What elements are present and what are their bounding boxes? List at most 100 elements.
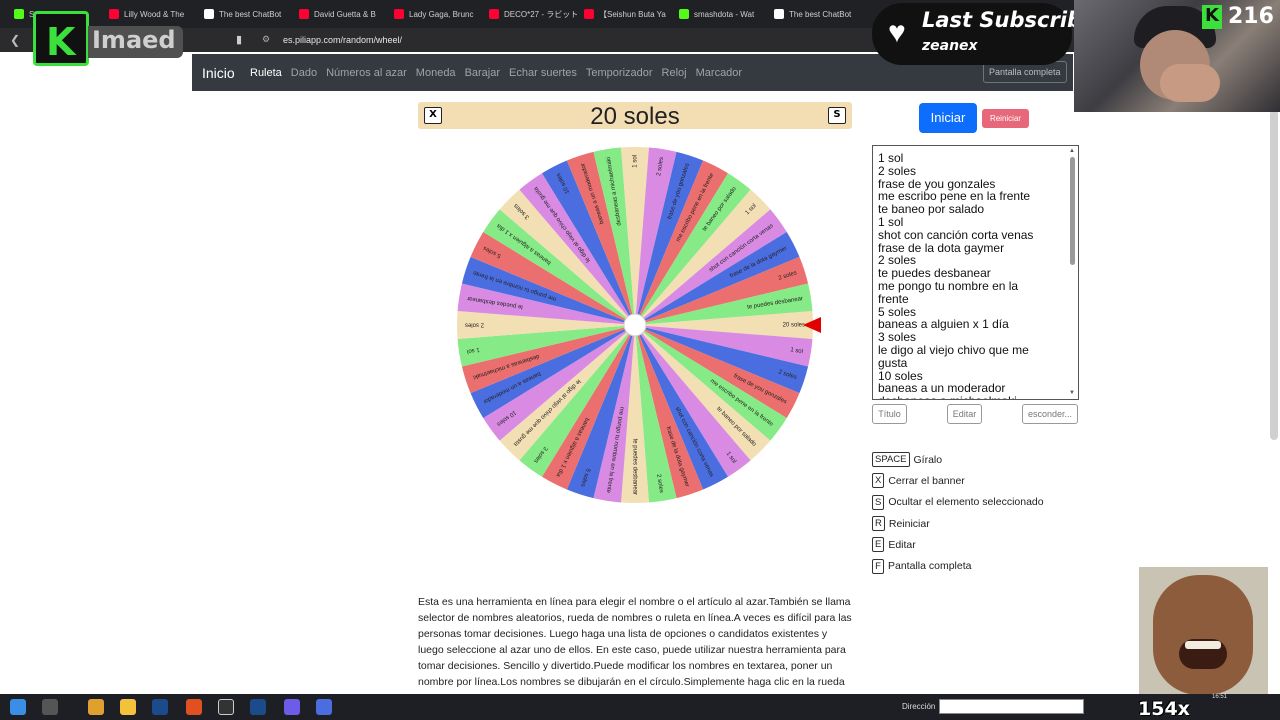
- wheel-segment-label: te puedes desbanear: [631, 439, 637, 495]
- address-toolbar-label: Dirección: [902, 702, 936, 711]
- nav-links: Ruleta Dado Números al azar Moneda Barajar Ec…: [250, 67, 742, 79]
- windows-taskbar: Dirección 16:51: [0, 694, 1280, 720]
- shortcut-key: F: [872, 558, 884, 574]
- nav-link-ruleta[interactable]: Ruleta: [250, 67, 282, 79]
- nav-link-barajar[interactable]: Barajar: [465, 67, 500, 79]
- hide-selected-button[interactable]: S: [828, 107, 846, 124]
- streak-counter: 154x STREAK: [1138, 698, 1190, 720]
- steam-app-icon[interactable]: [250, 699, 266, 715]
- shortcut-label: Pantalla completa: [888, 560, 972, 573]
- discord-icon[interactable]: [284, 699, 300, 715]
- entry-line: 2 soles: [878, 163, 917, 178]
- kick-viewers-icon: K: [1202, 5, 1222, 29]
- nav-link-marcador[interactable]: Marcador: [696, 67, 742, 79]
- entry-line: gusta: [878, 355, 908, 370]
- nav-link-moneda[interactable]: Moneda: [416, 67, 456, 79]
- shortcut-row: F Pantalla completa: [872, 555, 1044, 576]
- page-scrollbar[interactable]: [1270, 110, 1278, 440]
- nav-link-dado[interactable]: Dado: [291, 67, 317, 79]
- tab-favicon-icon: [774, 9, 784, 19]
- tab-label: DECO*27 - ラビット: [504, 9, 578, 19]
- shortcut-label: Reiniciar: [888, 517, 930, 530]
- meme-face-image: [1139, 567, 1268, 694]
- entry-line: 1 sol: [878, 214, 904, 229]
- last-subscriber-name: zeanex: [922, 38, 978, 54]
- browser-tab[interactable]: The best ChatBot: [768, 3, 863, 25]
- tab-favicon-icon: [584, 9, 594, 19]
- browser-tab[interactable]: Lady Gaga, Brunc: [388, 3, 483, 25]
- browser-tab[interactable]: smashdota - Wat: [673, 3, 768, 25]
- shortcut-key: SPACE: [872, 452, 910, 468]
- wheel-svg[interactable]: 20 soles1 sol2 solesfrase de you gonzale…: [455, 145, 835, 505]
- tab-favicon-icon: [394, 9, 404, 19]
- entries-scrollbar[interactable]: ▲ ▼: [1068, 147, 1077, 398]
- shortcut-key: S: [872, 494, 885, 510]
- shortcut-row: R Reiniciar: [872, 513, 1044, 534]
- browser-tab[interactable]: 【Seishun Buta Ya: [578, 3, 673, 25]
- shortcut-label: Cerrar el banner: [888, 474, 965, 487]
- bookmark-icon[interactable]: ▮: [236, 33, 242, 46]
- heart-icon: ♥: [888, 16, 906, 49]
- tab-label: David Guetta & B: [314, 9, 376, 19]
- brave-browser-icon[interactable]: [186, 699, 202, 715]
- obs-icon[interactable]: [218, 699, 234, 715]
- viewer-count: 216: [1228, 4, 1274, 29]
- tab-label: 【Seishun Buta Ya: [599, 9, 666, 19]
- nav-link-n-meros-al-azar[interactable]: Números al azar: [326, 67, 407, 79]
- shortcut-row: S Ocultar el elemento seleccionado: [872, 492, 1044, 513]
- scroll-thumb[interactable]: [1070, 157, 1075, 265]
- reset-button[interactable]: Reiniciar: [982, 109, 1029, 128]
- tab-favicon-icon: [14, 9, 24, 19]
- shortcut-label: Gíralo: [913, 453, 943, 466]
- hide-button[interactable]: esconder...: [1022, 404, 1078, 424]
- scroll-down-icon[interactable]: ▼: [1069, 390, 1075, 396]
- tab-label: The best ChatBot: [219, 9, 282, 19]
- wheel-segment-label: 1 sol: [633, 155, 639, 168]
- entries-textarea[interactable]: 1 sol 2 soles frase de you gonzales me escr…: [872, 145, 1079, 400]
- site-info-icon[interactable]: ⚙: [262, 34, 270, 45]
- nav-link-temporizador[interactable]: Temporizador: [586, 67, 653, 79]
- tab-favicon-icon: [489, 9, 499, 19]
- entry-line: desbaneas a michaelmaki: [878, 395, 1066, 399]
- browser-tab[interactable]: DECO*27 - ラビット: [483, 3, 578, 25]
- wheel-segment-label: 20 soles: [783, 323, 805, 329]
- task-view-icon[interactable]: [42, 699, 58, 715]
- address-toolbar-input[interactable]: [939, 699, 1084, 714]
- edit-button[interactable]: Editar: [947, 404, 982, 424]
- shortcut-label: Ocultar el elemento seleccionado: [888, 496, 1044, 509]
- browser-tab[interactable]: Lilly Wood & The: [103, 3, 198, 25]
- channel-name: Imaed: [92, 26, 176, 54]
- nav-link-echar-suertes[interactable]: Echar suertes: [509, 67, 577, 79]
- calculator-icon[interactable]: [316, 699, 332, 715]
- copilot-icon[interactable]: [88, 699, 104, 715]
- windows-start-icon[interactable]: [10, 699, 26, 715]
- entry-line: le digo al viejo chivo que me: [878, 342, 1029, 357]
- tab-favicon-icon: [109, 9, 119, 19]
- tab-favicon-icon: [679, 9, 689, 19]
- browser-tab[interactable]: David Guetta & B: [293, 3, 388, 25]
- back-arrow-icon[interactable]: ❮: [10, 33, 20, 47]
- entries-text[interactable]: 1 sol 2 soles frase de you gonzales me escr…: [878, 151, 1066, 399]
- start-button[interactable]: Iniciar: [919, 103, 977, 133]
- steam-icon[interactable]: [152, 699, 168, 715]
- scroll-up-icon[interactable]: ▲: [1069, 148, 1075, 154]
- screen: { "browser": { "tabs": [ {"label": "St..…: [0, 0, 1280, 720]
- wheel-segment-label: 2 soles: [465, 321, 484, 327]
- entry-line: 1 sol: [878, 151, 904, 165]
- browser-tab[interactable]: The best ChatBot: [198, 3, 293, 25]
- tab-label: The best ChatBot: [789, 9, 852, 19]
- wheel-center-hub[interactable]: [623, 313, 647, 337]
- url-text[interactable]: es.piliapp.com/random/wheel/: [283, 35, 402, 45]
- wheel[interactable]: 20 soles 1 sol 2 soles frase de you gonzale…: [455, 145, 821, 505]
- file-explorer-icon[interactable]: [120, 699, 136, 715]
- shortcut-key: R: [872, 516, 885, 532]
- entry-line: shot con canción corta venas: [878, 227, 1034, 242]
- entry-line: te baneo por salado: [878, 202, 985, 217]
- shortcut-row: E Editar: [872, 534, 1044, 555]
- nav-brand-home[interactable]: Inicio: [202, 65, 235, 81]
- shortcut-key: X: [872, 473, 885, 489]
- description-text: Esta es una herramienta en línea para el…: [418, 596, 852, 688]
- shortcut-key: E: [872, 537, 885, 553]
- nav-link-reloj[interactable]: Reloj: [662, 67, 687, 79]
- title-button[interactable]: Título: [872, 404, 907, 424]
